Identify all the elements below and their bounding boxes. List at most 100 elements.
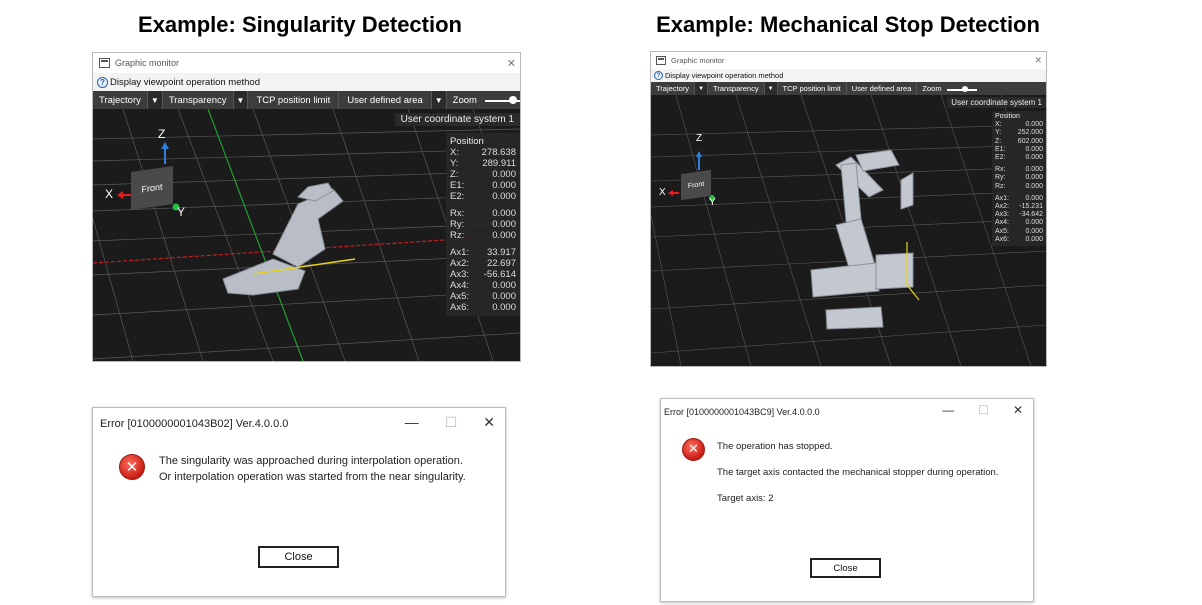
view-cube[interactable]: Front <box>131 166 173 210</box>
close-icon[interactable]: ✕ <box>507 57 516 70</box>
maximize-icon: ☐ <box>978 403 989 417</box>
position-key: E1: <box>995 145 1006 153</box>
error-message-line-1: The singularity was approached during in… <box>159 455 463 467</box>
trajectory-button[interactable]: Trajectory <box>651 82 696 95</box>
error-icon: ✕ <box>119 454 145 480</box>
y-axis-label: Y <box>709 197 716 208</box>
position-row: Ry: 0.000 <box>450 219 516 230</box>
zoom-slider[interactable] <box>946 82 977 95</box>
close-icon[interactable]: ✕ <box>1034 55 1042 66</box>
close-button[interactable]: Close <box>810 558 881 578</box>
zoom-slider-knob[interactable] <box>508 96 517 104</box>
position-row: X: 278.638 <box>450 147 516 158</box>
position-row: Z: 0.000 <box>450 169 516 180</box>
3d-viewport[interactable]: Z X Y Front User coordinate system 1 Pos… <box>651 95 1046 366</box>
right-graphic-monitor-window: Graphic monitor ✕ ? Display viewpoint op… <box>650 51 1047 367</box>
transparency-button[interactable]: Transparency <box>708 82 765 95</box>
error-message-line-2: Or interpolation operation was started f… <box>159 471 466 483</box>
position-value: 0.000 <box>492 230 516 241</box>
trajectory-button[interactable]: Trajectory <box>93 91 148 109</box>
error-message-line-3: Target axis: 2 <box>717 493 774 504</box>
minimize-icon[interactable]: — <box>405 414 419 431</box>
help-icon[interactable]: ? <box>654 71 663 80</box>
position-value: 0.000 <box>1025 227 1043 235</box>
position-key: Ax3: <box>995 211 1010 219</box>
tcp-position-limit-button[interactable]: TCP position limit <box>778 82 847 95</box>
help-icon[interactable]: ? <box>97 76 108 88</box>
coordinate-system-label: User coordinate system 1 <box>394 113 520 126</box>
left-example-title: Example: Singularity Detection <box>138 12 462 37</box>
view-cube[interactable]: Front <box>681 169 711 201</box>
floor-grid <box>651 95 1046 366</box>
view-cube-front-label: Front <box>141 181 163 195</box>
position-value: 278.638 <box>481 147 516 158</box>
position-title: Position <box>450 136 484 147</box>
position-row: Ax2: 22.697 <box>450 258 516 269</box>
position-key: Ax5: <box>450 291 470 302</box>
position-key: Ax4: <box>450 280 470 291</box>
user-defined-area-button[interactable]: User defined area <box>847 82 918 95</box>
position-row: Z: 602.000 <box>995 138 1043 146</box>
zoom-slider-knob[interactable] <box>961 85 968 92</box>
position-row: Ax5: 0.000 <box>450 291 516 302</box>
tcp-position-limit-button[interactable]: TCP position limit <box>248 91 340 109</box>
position-key: Rz: <box>995 182 1006 190</box>
transparency-dropdown-icon[interactable]: ▼ <box>764 82 778 95</box>
transparency-button[interactable]: Transparency <box>163 91 234 109</box>
position-value: 0.000 <box>1025 121 1043 129</box>
position-row: Ax3: -56.614 <box>450 269 516 280</box>
position-panel: Position X: 0.000 Y: 252.000 Z: 602.000 E1: 0.0… <box>992 111 1046 247</box>
help-bar[interactable]: ? Display viewpoint operation method <box>651 69 1046 82</box>
trajectory-dropdown-icon[interactable]: ▼ <box>695 82 709 95</box>
position-value: 0.000 <box>1025 145 1043 153</box>
trajectory-dropdown-icon[interactable]: ▼ <box>147 91 163 109</box>
error-message-line-1: The operation has stopped. <box>717 441 833 452</box>
position-row: E1: 0.000 <box>995 146 1043 154</box>
position-key: Ax4: <box>995 219 1010 227</box>
help-bar[interactable]: ? Display viewpoint operation method <box>93 73 520 91</box>
position-key: Ax6: <box>995 235 1010 243</box>
position-row: Rx: 0.000 <box>450 208 516 219</box>
position-key: Ax1: <box>995 194 1010 202</box>
view-cube-front-label: Front <box>687 180 705 190</box>
position-xyz-list: X: 278.638 Y: 289.911 Z: 0.000 E1: 0.000 E2: 0.00… <box>450 147 516 202</box>
dialog-title: Error [0100000001043B02] Ver.4.0.0.0 <box>100 418 289 430</box>
close-icon[interactable]: ✕ <box>1013 403 1023 417</box>
position-value: 0.000 <box>1025 174 1043 182</box>
position-key: Z: <box>995 137 1002 145</box>
position-value: 0.000 <box>492 191 516 202</box>
x-axis-label: X <box>659 187 666 198</box>
position-row: E2: 0.000 <box>995 154 1043 162</box>
3d-viewport[interactable]: Z X Y Front User coordinate system 1 Pos… <box>93 109 520 361</box>
position-value: 0.000 <box>1025 166 1043 174</box>
position-row: E1: 0.000 <box>450 180 516 191</box>
position-key: E2: <box>450 191 465 202</box>
user-defined-area-button[interactable]: User defined area <box>339 91 432 109</box>
close-icon[interactable]: ✕ <box>483 414 495 431</box>
zoom-slider[interactable] <box>484 91 520 109</box>
transparency-dropdown-icon[interactable]: ▼ <box>233 91 249 109</box>
position-value: 0.000 <box>492 169 516 180</box>
position-row: E2: 0.000 <box>450 191 516 202</box>
position-row: Ax4: 0.000 <box>450 280 516 291</box>
dialog-window-controls: — ☐ ✕ <box>942 403 1023 417</box>
position-row: Ry: 0.000 <box>995 174 1043 182</box>
user-area-dropdown-icon[interactable]: ▼ <box>431 91 447 109</box>
position-key: X: <box>450 147 459 158</box>
dialog-title: Error [0100000001043BC9] Ver.4.0.0.0 <box>664 407 820 417</box>
help-link[interactable]: Display viewpoint operation method <box>665 71 783 80</box>
position-row: Ax6: 0.000 <box>995 236 1043 244</box>
close-button[interactable]: Close <box>258 546 339 568</box>
viewer-toolbar: Trajectory ▼ Transparency ▼ TCP position… <box>651 82 1046 95</box>
position-row: Ax3: -34.642 <box>995 211 1043 219</box>
position-value: 0.000 <box>1025 182 1043 190</box>
position-panel: Position X: 278.638 Y: 289.911 Z: 0.000 E1: 0.0… <box>446 133 520 316</box>
position-rotation-list: Rx: 0.000 Ry: 0.000 Rz: 0.000 <box>995 166 1043 191</box>
position-value: 0.000 <box>1025 235 1043 243</box>
left-graphic-monitor-window: Graphic monitor ✕ ? Display viewpoint op… <box>92 52 521 362</box>
minimize-icon[interactable]: — <box>942 403 954 417</box>
error-message-line-2: The target axis contacted the mechanical… <box>717 467 999 478</box>
position-axes-list: Ax1: 33.917 Ax2: 22.697 Ax3: -56.614 Ax4: 0.000… <box>450 247 516 313</box>
help-link[interactable]: Display viewpoint operation method <box>110 77 260 88</box>
zoom-label: Zoom <box>452 94 477 106</box>
